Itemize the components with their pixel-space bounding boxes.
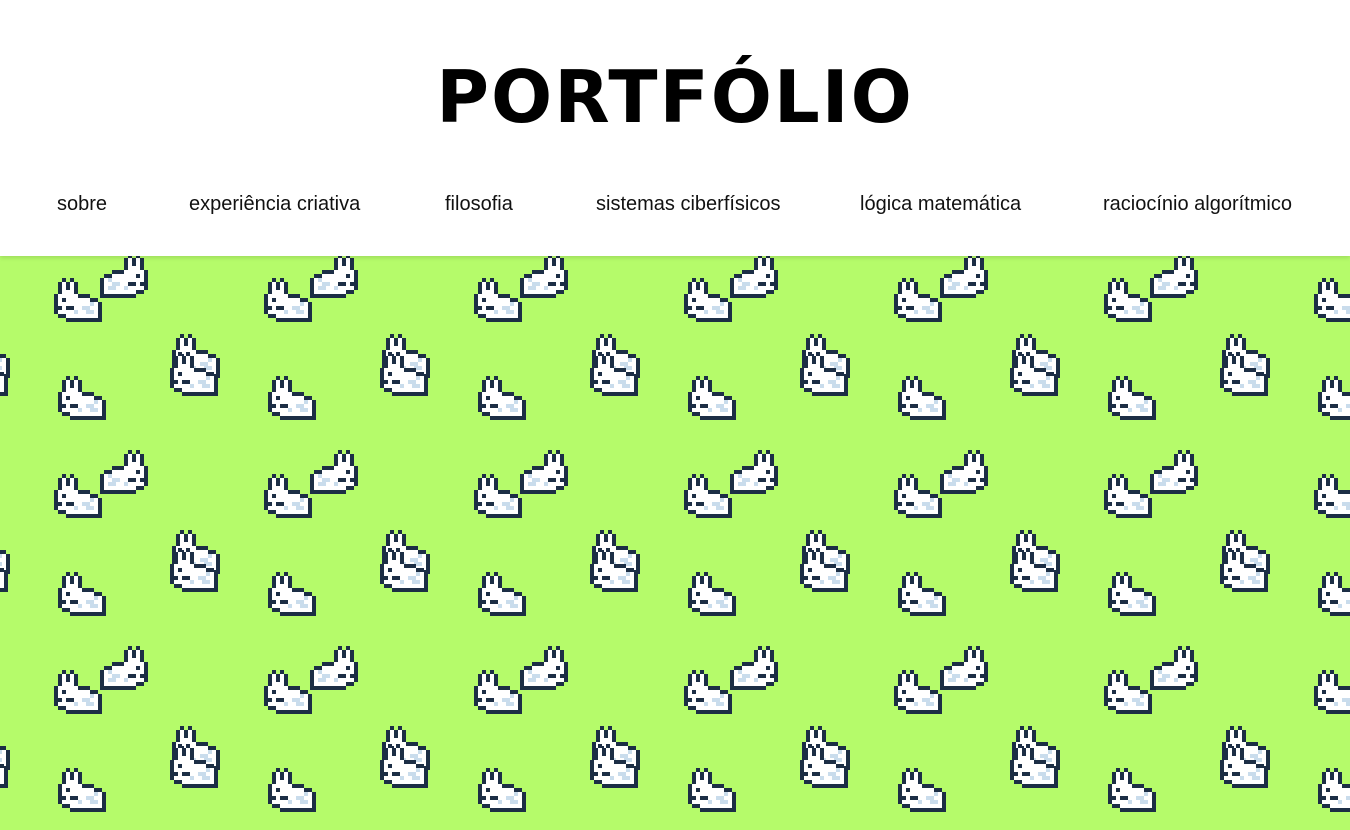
nav-item-experiencia-criativa[interactable]: experiência criativa bbox=[189, 186, 360, 222]
bunny-pattern-svg bbox=[0, 256, 1350, 830]
nav-item-logica-matematica[interactable]: lógica matemática bbox=[860, 186, 1021, 222]
nav-item-sistemas-ciberfisicos[interactable]: sistemas ciberfísicos bbox=[596, 186, 781, 222]
nav-item-raciocinio-algoritmico[interactable]: raciocínio algorítmico bbox=[1103, 186, 1292, 222]
nav-item-filosofia[interactable]: filosofia bbox=[445, 186, 513, 222]
nav-item-sobre[interactable]: sobre bbox=[57, 186, 107, 222]
bunny-pattern-background bbox=[0, 256, 1350, 830]
site-header: PORTFÓLIO sobre experiência criativa fil… bbox=[0, 0, 1350, 256]
page-title: PORTFÓLIO bbox=[436, 55, 914, 139]
main-nav: sobre experiência criativa filosofia sis… bbox=[0, 186, 1350, 222]
